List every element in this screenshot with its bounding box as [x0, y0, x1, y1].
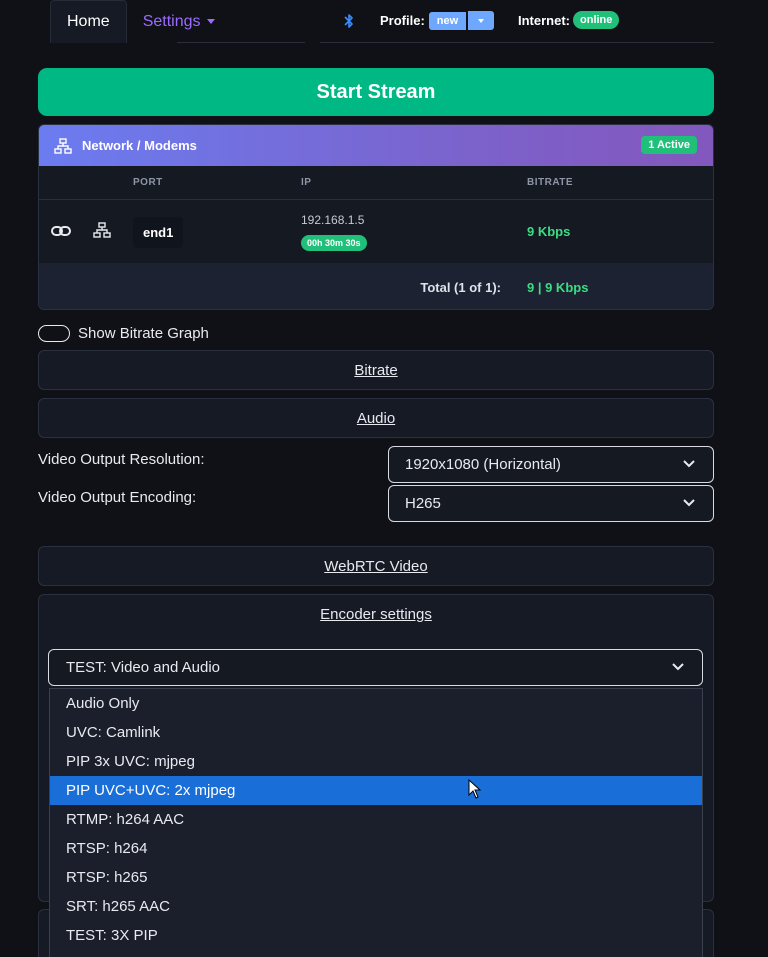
- dropdown-option[interactable]: Audio Only: [50, 689, 702, 718]
- total-row: Total (1 of 1): 9 | 9 Kbps: [39, 263, 713, 309]
- row-divider: [39, 199, 713, 200]
- encoding-label: Video Output Encoding:: [38, 489, 197, 506]
- encoding-value: H265: [405, 495, 441, 512]
- audio-section-toggle[interactable]: Audio: [38, 398, 714, 438]
- tab-home[interactable]: Home: [50, 0, 127, 43]
- internet-status-badge: online: [573, 11, 620, 29]
- link-icon[interactable]: [51, 224, 71, 238]
- uptime-badge: 00h 30m 30s: [301, 235, 367, 251]
- resolution-select[interactable]: 1920x1080 (Horizontal): [388, 446, 714, 483]
- nav-divider: [320, 42, 714, 43]
- network-card-title: Network / Modems: [82, 138, 197, 153]
- bitrate-graph-toggle[interactable]: [38, 325, 70, 342]
- profile-selector: Profile: new: [380, 11, 495, 30]
- network-icon: [93, 222, 111, 238]
- column-header-bitrate: BITRATE: [527, 177, 574, 188]
- network-card-header: Network / Modems 1 Active: [39, 125, 713, 166]
- resolution-value: 1920x1080 (Horizontal): [405, 456, 561, 473]
- bitrate-section-toggle[interactable]: Bitrate: [38, 350, 714, 390]
- total-label: Total (1 of 1):: [420, 280, 501, 295]
- dropdown-option[interactable]: RTMP: h264 AAC: [50, 805, 702, 834]
- dropdown-option[interactable]: SRT: h265 AAC: [50, 892, 702, 921]
- start-stream-button[interactable]: Start Stream: [38, 68, 714, 116]
- bluetooth-icon[interactable]: [342, 12, 356, 30]
- profile-badge[interactable]: new: [428, 11, 467, 30]
- internet-label: Internet:: [518, 12, 570, 28]
- dropdown-option-highlighted[interactable]: PIP UVC+UVC: 2x mjpeg: [50, 776, 702, 805]
- bitrate-graph-toggle-label: Show Bitrate Graph: [78, 325, 209, 342]
- profile-label: Profile:: [380, 13, 425, 28]
- pipeline-value: TEST: Video and Audio: [66, 659, 220, 676]
- encoder-settings-title[interactable]: Encoder settings: [39, 606, 713, 623]
- dropdown-option[interactable]: TEST: 3X PIP: [50, 921, 702, 950]
- ip-address: 192.168.1.5: [301, 213, 365, 227]
- profile-dropdown-button[interactable]: [468, 11, 495, 30]
- caret-down-icon: [478, 18, 485, 23]
- chevron-down-icon: [683, 460, 695, 468]
- dropdown-option[interactable]: RTSP: h264: [50, 834, 702, 863]
- nav-divider: [177, 42, 305, 43]
- bitrate-value: 9 Kbps: [527, 224, 571, 239]
- dropdown-option[interactable]: UVC: Camlink: [50, 718, 702, 747]
- column-header-ip: IP: [301, 177, 312, 188]
- top-nav: Home Settings Profile: new Internet: onl…: [50, 0, 714, 43]
- pipeline-dropdown-list: Audio Only UVC: Camlink PIP 3x UVC: mjpe…: [49, 688, 703, 957]
- tab-settings-label: Settings: [142, 12, 201, 30]
- port-name: end1: [133, 217, 184, 248]
- chevron-down-icon: [672, 663, 684, 671]
- chevron-down-icon: [683, 499, 695, 507]
- dropdown-option[interactable]: PIP 3x UVC: mjpeg: [50, 747, 702, 776]
- total-value: 9 | 9 Kbps: [527, 280, 589, 295]
- active-count-badge: 1 Active: [641, 136, 697, 154]
- caret-down-icon: [206, 19, 215, 24]
- internet-status: Internet: online: [518, 11, 620, 29]
- pipeline-select[interactable]: TEST: Video and Audio: [48, 649, 703, 686]
- encoding-select[interactable]: H265: [388, 485, 714, 522]
- tab-settings[interactable]: Settings: [127, 0, 231, 43]
- network-card: Network / Modems 1 Active PORT IP BITRAT…: [38, 124, 714, 310]
- dropdown-option[interactable]: RTSP: h265: [50, 863, 702, 892]
- resolution-label: Video Output Resolution:: [38, 451, 205, 468]
- tab-home-label: Home: [67, 13, 110, 30]
- webrtc-section-toggle[interactable]: WebRTC Video: [38, 546, 714, 586]
- column-header-port: PORT: [133, 177, 163, 188]
- bitrate-graph-toggle-row: Show Bitrate Graph: [38, 325, 209, 342]
- mouse-cursor-icon: [468, 779, 482, 799]
- network-icon: [54, 137, 72, 154]
